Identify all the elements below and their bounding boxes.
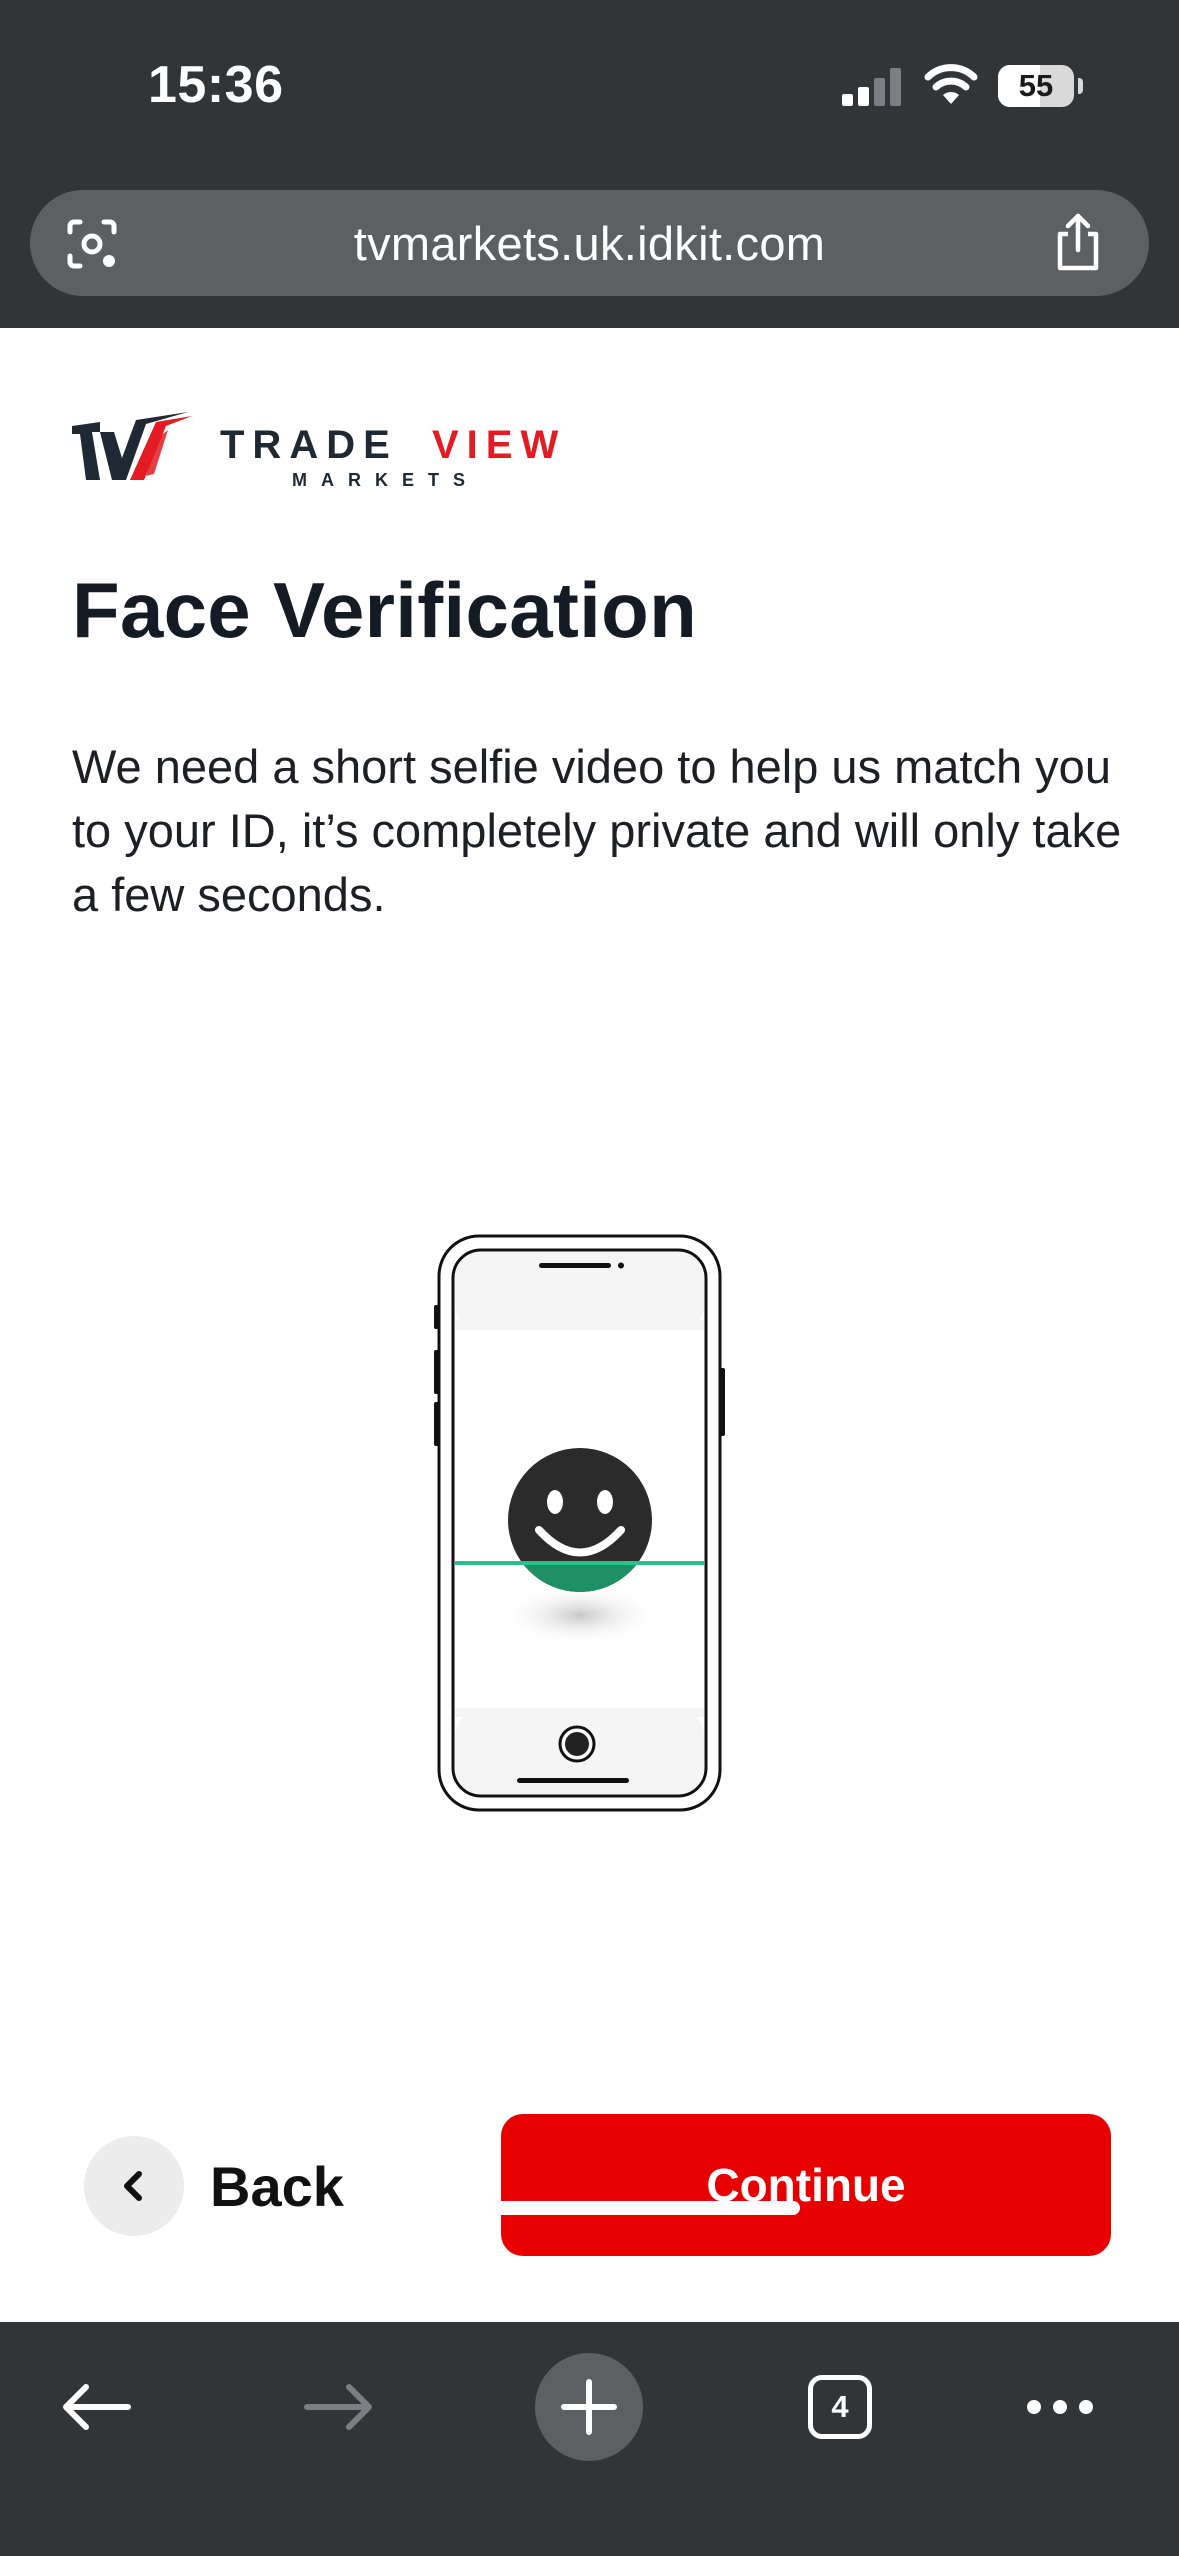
- logo-trade-text: TRADE: [220, 423, 398, 467]
- battery-icon: 55: [998, 65, 1083, 107]
- back-chevron-circle[interactable]: [84, 2136, 184, 2236]
- continue-button[interactable]: Continue: [501, 2114, 1111, 2256]
- page-description: We need a short selfie video to help us …: [72, 740, 1122, 921]
- battery-level: 55: [1018, 68, 1054, 103]
- open-tabs-count: 4: [831, 2389, 849, 2424]
- scan-line-icon: [455, 1561, 704, 1565]
- toolbar-forward-button[interactable]: [295, 2362, 385, 2452]
- back-button[interactable]: Back: [84, 2134, 344, 2238]
- logo-markets-text: MARKETS: [292, 470, 479, 490]
- tabs-icon: 4: [808, 2375, 872, 2439]
- phone-icon: [434, 1234, 725, 1812]
- tradeview-markets-logo: TRADE VIEW MARKETS: [72, 412, 566, 490]
- page-title: Face Verification: [72, 566, 698, 654]
- chevron-left-icon: [124, 2171, 142, 2201]
- plus-icon: [561, 2379, 617, 2435]
- status-time: 15:36: [148, 56, 284, 114]
- toolbar-back-button[interactable]: [50, 2362, 140, 2452]
- wifi-icon: [924, 64, 978, 104]
- url-text[interactable]: tvmarkets.uk.idkit.com: [30, 216, 1149, 271]
- more-dots-icon: [1027, 2400, 1093, 2414]
- back-arrow-icon: [63, 2384, 131, 2430]
- back-label[interactable]: Back: [210, 2154, 344, 2219]
- toolbar-new-tab-button[interactable]: [535, 2353, 643, 2461]
- browser-top-chrome: 15:36 55 tvmarkets.uk.idkit.com: [0, 0, 1179, 328]
- toolbar-tabs-button[interactable]: 4: [795, 2362, 885, 2452]
- logo-view-text: VIEW: [432, 423, 566, 467]
- forward-arrow-icon: [304, 2384, 372, 2430]
- share-icon[interactable]: [1050, 212, 1106, 274]
- browser-bottom-toolbar: 4: [0, 2322, 1179, 2556]
- home-indicator[interactable]: [380, 2201, 800, 2215]
- address-bar[interactable]: tvmarkets.uk.idkit.com: [30, 190, 1149, 296]
- toolbar-more-button[interactable]: [1015, 2362, 1105, 2452]
- signal-icon: [842, 68, 901, 106]
